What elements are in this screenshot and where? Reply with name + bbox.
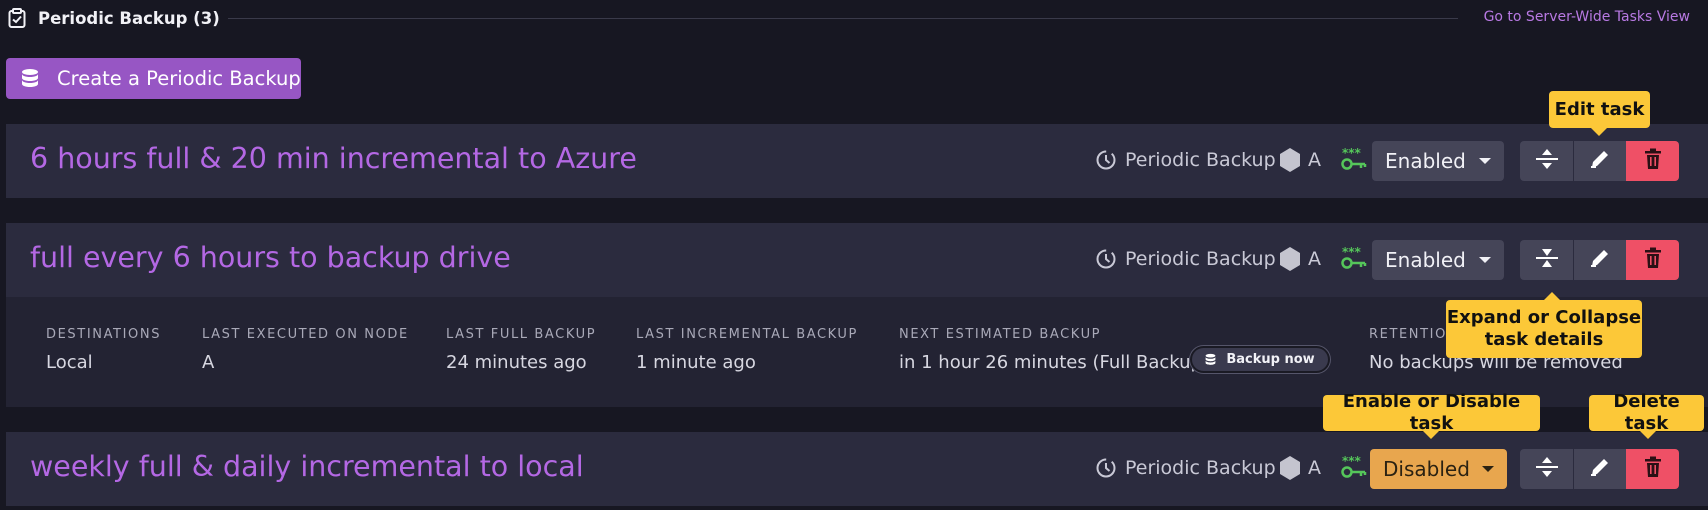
- database-stack-icon: [21, 68, 39, 90]
- expand-collapse-icon: [1535, 148, 1559, 174]
- chevron-down-icon: [1482, 466, 1494, 472]
- node-label: A: [1308, 457, 1321, 479]
- state-dropdown[interactable]: Disabled: [1370, 449, 1507, 489]
- tooltip-arrow: [1591, 128, 1607, 136]
- state-label: Enabled: [1385, 248, 1466, 272]
- pencil-icon: [1589, 247, 1611, 273]
- last-full-backup-label: LAST FULL BACKUP: [446, 327, 597, 342]
- periodic-backup-icon: [1094, 456, 1118, 480]
- task-type-label: Periodic Backup: [1125, 149, 1276, 171]
- tooltip-delete-text: Delete task: [1613, 391, 1680, 434]
- edit-button[interactable]: [1573, 240, 1626, 280]
- task-header: weekly full & daily incremental to local…: [6, 432, 1708, 506]
- hexagon-node-icon: [1278, 245, 1302, 273]
- last-executed-label: LAST EXECUTED ON NODE: [202, 327, 409, 342]
- create-button-label: Create a Periodic Backup: [57, 67, 301, 90]
- state-dropdown[interactable]: Enabled: [1372, 240, 1504, 280]
- last-incremental-backup-value: 1 minute ago: [636, 352, 756, 373]
- tooltip-expand-text-line2: task details: [1484, 329, 1604, 350]
- backup-now-label: Backup now: [1226, 352, 1315, 367]
- tooltip-arrow: [1544, 292, 1560, 300]
- tooltip-arrow: [1423, 431, 1439, 439]
- destinations-value: Local: [46, 352, 93, 373]
- periodic-backup-icon: [1094, 247, 1118, 271]
- create-periodic-backup-button[interactable]: Create a Periodic Backup: [6, 58, 301, 99]
- last-executed-field: LAST EXECUTED ON NODE A: [202, 327, 409, 373]
- delete-button[interactable]: [1626, 449, 1679, 489]
- task-name-link[interactable]: 6 hours full & 20 min incremental to Azu…: [30, 142, 637, 175]
- page-title: Periodic Backup (3): [38, 8, 220, 28]
- trash-icon: [1644, 148, 1662, 174]
- tooltip-expand-collapse: Expand or Collapse task details: [1446, 292, 1642, 358]
- encryption-key-icon: ***: [1340, 454, 1368, 481]
- expand-collapse-button[interactable]: [1520, 449, 1573, 489]
- delete-button[interactable]: [1626, 240, 1679, 280]
- tooltip-enable-disable: Enable or Disable task: [1323, 391, 1540, 439]
- state-dropdown[interactable]: Enabled: [1372, 141, 1504, 181]
- svg-text:***: ***: [1342, 246, 1362, 259]
- node-label: A: [1308, 248, 1321, 270]
- edit-button[interactable]: [1573, 141, 1626, 181]
- last-executed-value: A: [202, 352, 215, 373]
- hexagon-node-icon: [1278, 146, 1302, 174]
- task-name-link[interactable]: full every 6 hours to backup drive: [30, 241, 511, 274]
- delete-button[interactable]: [1626, 141, 1679, 181]
- header-divider: [228, 18, 1458, 19]
- destinations-label: DESTINATIONS: [46, 327, 162, 342]
- state-label: Disabled: [1383, 457, 1470, 481]
- task-header: 6 hours full & 20 min incremental to Azu…: [6, 124, 1708, 198]
- chevron-down-icon: [1479, 158, 1491, 164]
- encryption-key-icon: ***: [1340, 146, 1368, 173]
- pencil-icon: [1589, 456, 1611, 482]
- next-estimated-backup-value: in 1 hour 26 minutes (Full Backup): [899, 352, 1209, 373]
- tooltip-expand-text-line1: Expand or Collapse: [1446, 307, 1642, 328]
- trash-icon: [1644, 247, 1662, 273]
- task-name-link[interactable]: weekly full & daily incremental to local: [30, 450, 584, 483]
- expand-collapse-icon: [1535, 456, 1559, 482]
- last-incremental-backup-label: LAST INCREMENTAL BACKUP: [636, 327, 858, 342]
- clipboard-task-icon: [6, 7, 28, 29]
- tooltip-delete-task: Delete task: [1589, 391, 1704, 439]
- task-card: 6 hours full & 20 min incremental to Azu…: [6, 124, 1708, 198]
- pencil-icon: [1589, 148, 1611, 174]
- trash-icon: [1644, 456, 1662, 482]
- svg-text:***: ***: [1342, 147, 1362, 160]
- tooltip-arrow: [1640, 431, 1656, 439]
- expand-collapse-button[interactable]: [1520, 141, 1573, 181]
- next-estimated-backup-label: NEXT ESTIMATED BACKUP: [899, 327, 1102, 342]
- last-full-backup-field: LAST FULL BACKUP 24 minutes ago: [446, 327, 596, 373]
- chevron-down-icon: [1479, 257, 1491, 263]
- tooltip-enable-text: Enable or Disable task: [1342, 391, 1521, 434]
- page-header: Periodic Backup (3) Go to Server-Wide Ta…: [6, 6, 1706, 30]
- server-wide-tasks-link[interactable]: Go to Server-Wide Tasks View: [1484, 9, 1690, 25]
- edit-button[interactable]: [1573, 449, 1626, 489]
- tooltip-edit-task: Edit task: [1549, 91, 1650, 136]
- state-label: Enabled: [1385, 149, 1466, 173]
- task-type-label: Periodic Backup: [1125, 457, 1276, 479]
- task-type-label: Periodic Backup: [1125, 248, 1276, 270]
- encryption-key-icon: ***: [1340, 245, 1368, 272]
- destinations-field: DESTINATIONS Local: [46, 327, 161, 373]
- task-card: weekly full & daily incremental to local…: [6, 432, 1708, 506]
- next-estimated-backup-field: NEXT ESTIMATED BACKUP in 1 hour 26 minut…: [899, 327, 1209, 373]
- task-header: full every 6 hours to backup drive Perio…: [6, 223, 1708, 297]
- tooltip-edit-text: Edit task: [1554, 98, 1645, 120]
- expand-collapse-icon: [1535, 247, 1559, 273]
- last-incremental-backup-field: LAST INCREMENTAL BACKUP 1 minute ago: [636, 327, 858, 373]
- node-label: A: [1308, 149, 1321, 171]
- expand-collapse-button[interactable]: [1520, 240, 1573, 280]
- hexagon-node-icon: [1278, 454, 1302, 482]
- database-stack-icon: [1205, 353, 1216, 367]
- backup-now-button[interactable]: Backup now: [1190, 346, 1330, 373]
- periodic-backup-icon: [1094, 148, 1118, 172]
- svg-text:***: ***: [1342, 455, 1362, 468]
- last-full-backup-value: 24 minutes ago: [446, 352, 587, 373]
